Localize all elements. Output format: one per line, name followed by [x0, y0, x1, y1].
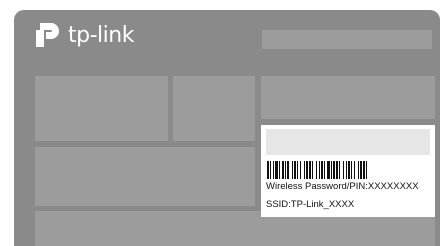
tp-link-logo-icon — [36, 23, 59, 47]
barcode — [267, 161, 367, 179]
panel-left-top — [35, 76, 168, 141]
info-blank-box — [266, 129, 430, 155]
wireless-info-panel: Wireless Password/PIN:XXXXXXXX SSID:TP-L… — [261, 125, 435, 217]
wireless-password-text: Wireless Password/PIN:XXXXXXXX — [266, 181, 419, 192]
panel-middle-top — [173, 76, 255, 141]
panel-left-bottom — [35, 147, 255, 206]
router-label-card: tp-link Wireless Password/PIN:XXXXXXXX S… — [14, 10, 440, 246]
brand-name: tp-link — [68, 23, 134, 48]
ssid-text: SSID:TP-Link_XXXX — [266, 199, 355, 210]
panel-right-top — [261, 76, 435, 119]
brand-logo: tp-link — [34, 22, 134, 48]
top-right-box — [262, 30, 432, 49]
